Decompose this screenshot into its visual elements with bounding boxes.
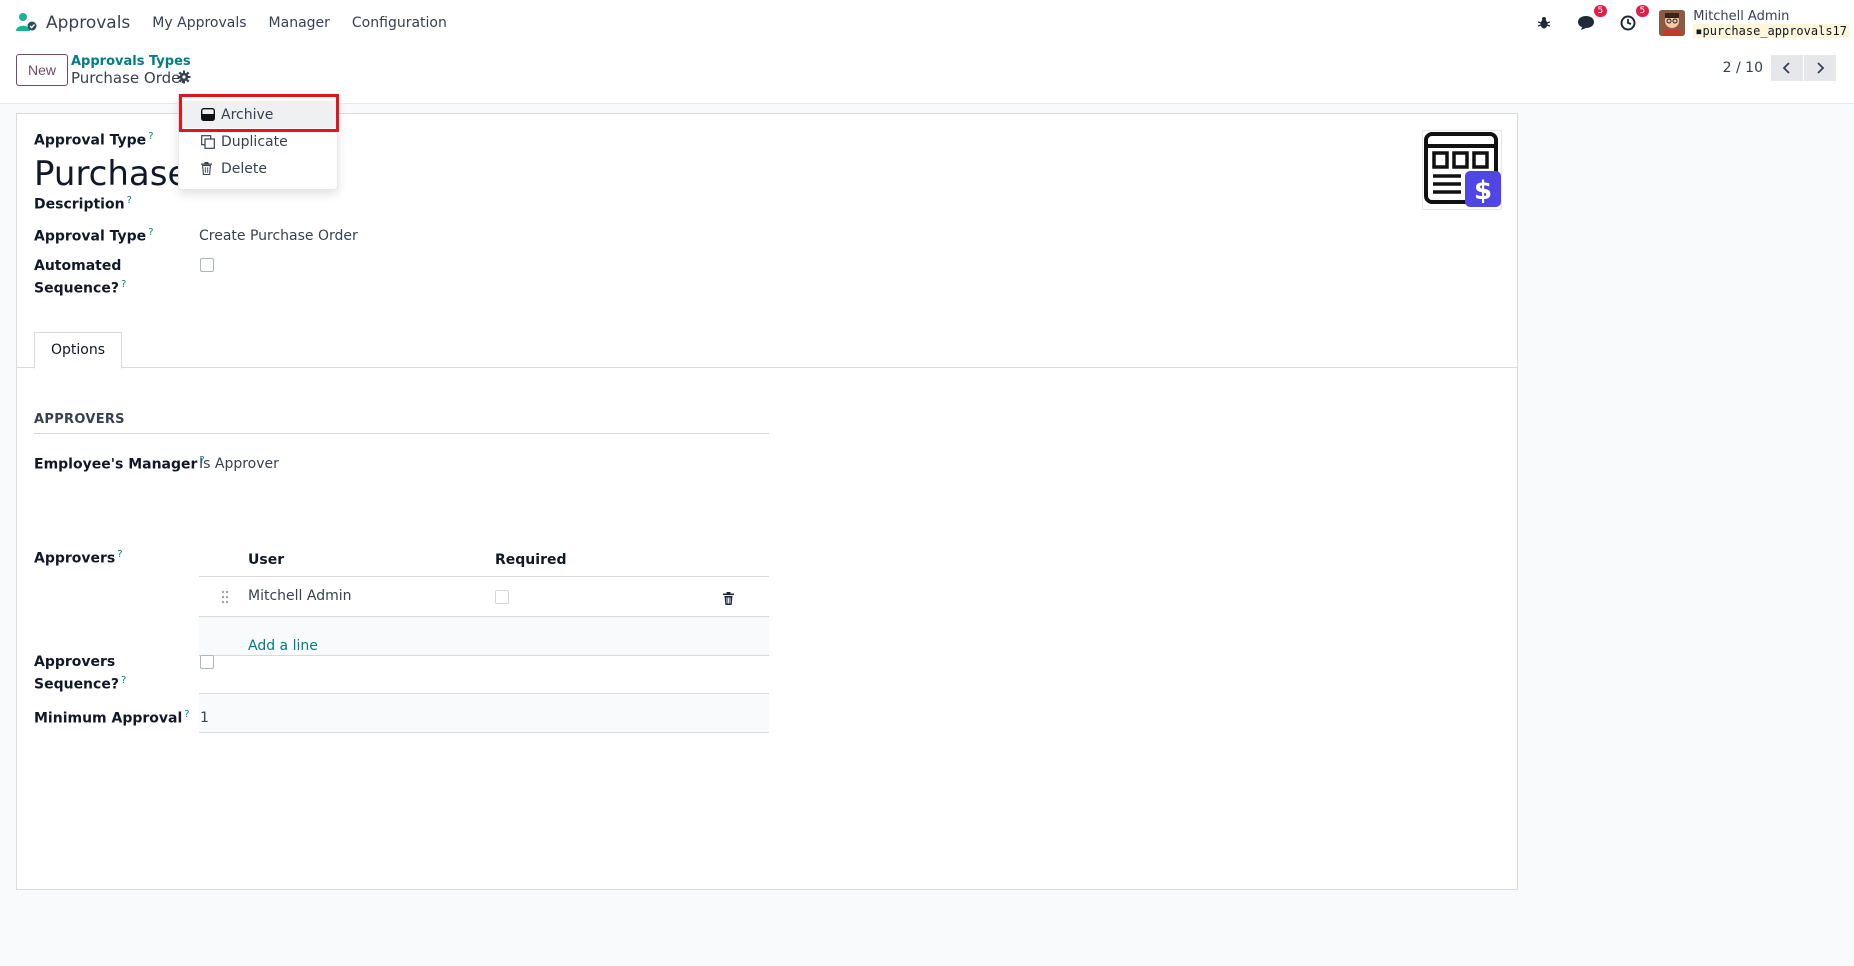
trash-icon[interactable] <box>723 592 734 605</box>
employees-manager-label: Employee's Manager? <box>34 455 205 473</box>
menu-my-approvals[interactable]: My Approvals <box>152 15 246 31</box>
pager: 2 / 10 <box>1723 55 1836 81</box>
archive-icon <box>201 108 215 122</box>
breadcrumb-approval-types[interactable]: Approvals Types <box>71 54 191 69</box>
empty-row <box>199 694 769 732</box>
delete-menu-item[interactable]: Delete <box>179 155 337 182</box>
new-button[interactable]: New <box>16 54 69 86</box>
help-icon[interactable]: ? <box>148 227 153 238</box>
app-brand[interactable]: Approvals <box>14 11 130 35</box>
activities-badge: 5 <box>1635 5 1650 17</box>
description-label-text: Description <box>34 196 125 213</box>
approval-type-field-label: Approval Type? <box>34 227 154 245</box>
duplicate-icon <box>201 134 215 149</box>
approvals-app-icon <box>16 13 37 31</box>
row-divider <box>199 655 769 656</box>
chevron-right-icon <box>1817 62 1825 74</box>
approval-type-label-text: Approval Type <box>34 132 147 149</box>
approvers-section-title: APPROVERS <box>34 412 769 434</box>
row-user-value[interactable]: Mitchell Admin <box>248 588 352 604</box>
app-name: Approvals <box>46 13 131 33</box>
minimum-approval-value[interactable]: 1 <box>200 710 209 726</box>
activities-icon[interactable]: 5 <box>1617 5 1650 34</box>
database-label: purchase_approvals17 <box>1702 23 1848 38</box>
user-name: Mitchell Admin <box>1693 8 1790 24</box>
gear-icon[interactable] <box>177 70 191 84</box>
main-menu: My Approvals Manager Configuration <box>152 15 469 31</box>
automated-sequence-label: Sequence?? <box>34 279 126 297</box>
debug-icon[interactable] <box>1533 12 1555 34</box>
gear-dropdown-menu: Archive Duplicate Delete <box>178 95 338 190</box>
add-a-line-link[interactable]: Add a line <box>248 638 318 654</box>
header-divider <box>199 576 769 577</box>
description-label: Description? <box>34 195 132 213</box>
menu-manager[interactable]: Manager <box>269 15 330 31</box>
tab-options[interactable]: Options <box>34 332 123 369</box>
approvers-sequence-label-1: Approvers <box>34 654 116 670</box>
systray: 5 5 Mitchell Admin ▪purchase_approvals17 <box>1533 0 1854 46</box>
form-sheet: Approval Type? Purchase Order $ Descript… <box>16 113 1518 890</box>
row-required-checkbox[interactable] <box>495 590 509 604</box>
approvers-sequence-label: Sequence?? <box>34 675 126 693</box>
avatar <box>1659 10 1686 36</box>
approvers-sequence-checkbox[interactable] <box>200 655 214 669</box>
help-icon[interactable]: ? <box>117 549 122 560</box>
purchase-order-image-icon: $ <box>1424 132 1501 207</box>
approvers-label: Approvers? <box>34 549 123 567</box>
help-icon[interactable]: ? <box>127 195 132 206</box>
automated-sequence-label-2: Sequence? <box>34 280 119 297</box>
messages-icon[interactable]: 5 <box>1575 5 1608 34</box>
delete-label: Delete <box>221 160 267 177</box>
chevron-left-icon <box>1782 62 1790 74</box>
help-icon[interactable]: ? <box>121 279 126 290</box>
record-image[interactable]: $ <box>1422 130 1502 210</box>
approval-type-label: Approval Type? <box>34 131 154 149</box>
notebook-tabs: Options <box>17 332 1517 369</box>
approval-type-value[interactable]: Create Purchase Order <box>199 228 358 244</box>
archive-menu-item[interactable]: Archive <box>179 101 337 128</box>
database-icon: ▪ <box>1695 23 1703 38</box>
minimum-approval-label: Minimum Approval? <box>34 709 190 727</box>
breadcrumb-current: Purchase Order <box>71 69 187 87</box>
approvers-label-text: Approvers <box>34 550 116 567</box>
drag-handle-icon[interactable] <box>221 590 229 604</box>
pager-next-button[interactable] <box>1804 55 1836 81</box>
employees-manager-value[interactable]: Is Approver <box>199 456 279 472</box>
top-navbar: Approvals My Approvals Manager Configura… <box>0 0 1854 46</box>
trash-icon <box>201 162 215 176</box>
help-icon[interactable]: ? <box>121 675 126 686</box>
pager-value[interactable]: 2 / 10 <box>1723 60 1763 76</box>
automated-sequence-checkbox[interactable] <box>200 258 214 272</box>
minimum-approval-label-text: Minimum Approval <box>34 710 183 727</box>
automated-sequence-label-1: Automated <box>34 258 122 274</box>
duplicate-label: Duplicate <box>221 133 288 150</box>
help-icon[interactable]: ? <box>148 131 153 142</box>
archive-label: Archive <box>221 106 274 123</box>
employees-manager-label-text: Employee's Manager <box>34 456 198 473</box>
column-header-user[interactable]: User <box>248 552 284 568</box>
menu-configuration[interactable]: Configuration <box>352 15 447 31</box>
row-divider <box>199 732 769 733</box>
pager-previous-button[interactable] <box>1771 55 1803 81</box>
messages-badge: 5 <box>1593 5 1608 17</box>
svg-text:$: $ <box>1474 176 1492 206</box>
approval-type-field-label-text: Approval Type <box>34 228 147 245</box>
database-name: ▪purchase_approvals17 <box>1693 23 1849 38</box>
user-menu[interactable]: Mitchell Admin ▪purchase_approvals17 <box>1659 9 1849 38</box>
duplicate-menu-item[interactable]: Duplicate <box>179 128 337 155</box>
column-header-required[interactable]: Required <box>495 552 566 568</box>
approvers-sequence-label-2: Sequence? <box>34 676 119 693</box>
help-icon[interactable]: ? <box>184 709 189 720</box>
